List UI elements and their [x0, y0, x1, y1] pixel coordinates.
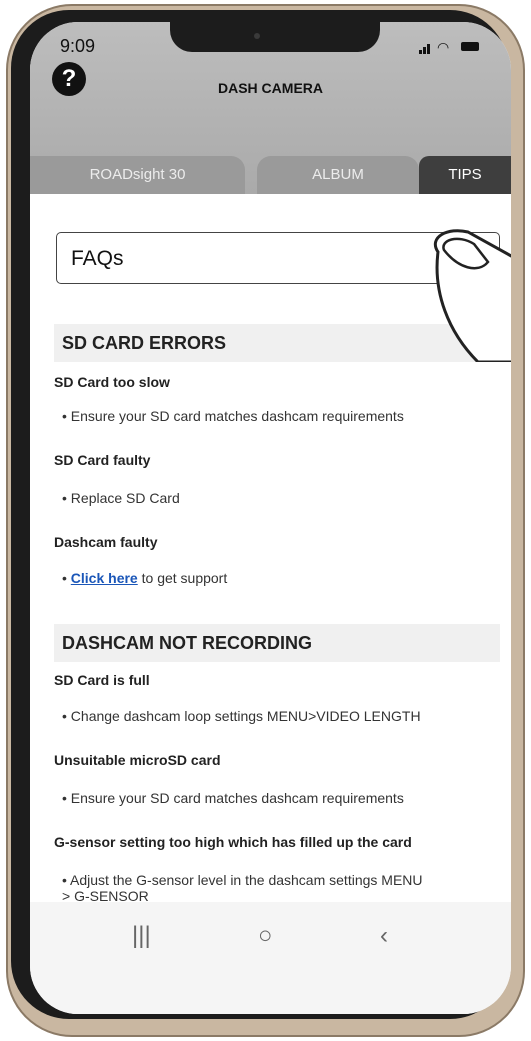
faq-question: SD Card is full	[54, 672, 150, 688]
faq-question: Dashcam faulty	[54, 534, 158, 550]
faq-answer: • Change dashcam loop settings MENU>VIDE…	[62, 708, 421, 724]
status-icons: ◠	[419, 40, 479, 54]
click-here-link[interactable]: Click here	[71, 570, 138, 586]
faq-question: G-sensor setting too high which has fill…	[54, 834, 412, 850]
tab-roadsight[interactable]: ROADsight 30	[30, 156, 245, 194]
battery-icon	[461, 42, 479, 51]
faq-answer: • Adjust the G-sensor level in the dashc…	[62, 872, 423, 888]
system-nav-bar: ||| ○ ‹	[30, 902, 511, 1014]
back-icon[interactable]: ‹	[380, 922, 388, 950]
camera-dot	[254, 33, 260, 39]
faq-answer: • Replace SD Card	[62, 490, 180, 506]
section-title: SD CARD ERRORS	[62, 333, 227, 353]
answer-suffix: to get support	[141, 570, 228, 586]
tab-tips[interactable]: TIPS	[419, 156, 511, 194]
home-icon[interactable]: ○	[258, 922, 273, 950]
finger-tap-icon	[434, 229, 511, 362]
recent-apps-icon[interactable]: |||	[132, 922, 151, 950]
section-title: DASHCAM NOT RECORDING	[62, 633, 312, 653]
faq-answer: > G-SENSOR	[62, 888, 149, 902]
section-header: DASHCAM NOT RECORDING	[54, 624, 500, 662]
faq-answer: • Ensure your SD card matches dashcam re…	[62, 790, 404, 806]
signal-bar	[423, 47, 426, 54]
wifi-icon: ◠	[437, 39, 450, 55]
faqs-label: FAQs	[71, 247, 124, 270]
tab-bar: ROADsight 30 ALBUM TIPS	[30, 156, 511, 194]
app-header: 9:09 ◠ ? DASH CAMERA ROADsight 30 ALBUM …	[30, 22, 511, 204]
app-title: DASH CAMERA	[218, 80, 323, 96]
faq-answer: • Click here to get support	[62, 570, 227, 586]
faq-question: SD Card faulty	[54, 452, 151, 468]
camera-notch	[170, 22, 380, 52]
tab-album[interactable]: ALBUM	[257, 156, 419, 194]
signal-icon	[419, 50, 422, 54]
faq-question: SD Card too slow	[54, 374, 170, 390]
phone-screen: 9:09 ◠ ? DASH CAMERA ROADsight 30 ALBUM …	[30, 22, 511, 1014]
faq-answer: • Ensure your SD card matches dashcam re…	[62, 408, 404, 424]
faq-question: Unsuitable microSD card	[54, 752, 221, 768]
bullet: •	[62, 570, 67, 586]
signal-bar	[427, 44, 430, 54]
status-time: 9:09	[60, 36, 96, 56]
